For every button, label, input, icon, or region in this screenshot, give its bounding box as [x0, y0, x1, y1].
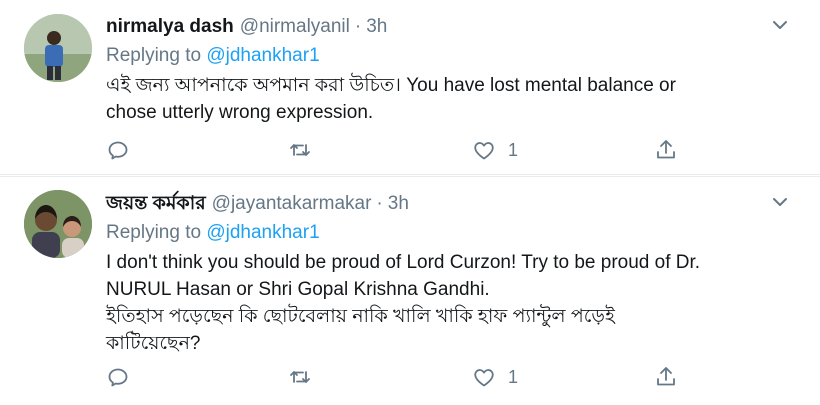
author-handle[interactable]: @nirmalyanil [240, 14, 350, 40]
tweet-body: জয়ন্ত কর্মকার @jayantakarmakar · 3h Rep… [106, 191, 790, 357]
like-button[interactable]: 1 [472, 363, 518, 391]
replying-to-link[interactable]: @jdhankhar1 [206, 222, 319, 243]
like-count: 1 [508, 366, 519, 387]
replying-to-label: Replying to [106, 222, 207, 243]
tweet-header: জয়ন্ত কর্মকার @jayantakarmakar · 3h [106, 191, 790, 217]
like-count: 1 [508, 139, 519, 160]
timestamp[interactable]: 3h [366, 14, 387, 40]
share-icon [657, 367, 675, 386]
reply-button[interactable] [106, 136, 130, 164]
avatar[interactable] [24, 190, 92, 258]
tweet-header: nirmalya dash @nirmalyanil · 3h [106, 14, 790, 40]
tweet-text: এই জন্য আপনাকে অপমান করা উচিত। You have … [106, 75, 676, 123]
author-name[interactable]: nirmalya dash [106, 14, 234, 40]
separator-dot: · [376, 193, 383, 214]
like-icon [474, 142, 494, 160]
replying-to: Replying to @jdhankhar1 [106, 42, 790, 70]
avatar-photo [24, 14, 92, 82]
tweet[interactable]: nirmalya dash @nirmalyanil · 3h Replying… [0, 0, 820, 175]
replying-to-label: Replying to [106, 45, 207, 66]
retweet-button[interactable] [288, 363, 312, 391]
author-name[interactable]: জয়ন্ত কর্মকার [106, 191, 206, 217]
author-handle[interactable]: @jayantakarmakar [212, 191, 372, 217]
reply-icon [108, 368, 128, 387]
replying-to-link[interactable]: @jdhankhar1 [206, 45, 319, 66]
like-button[interactable]: 1 [472, 136, 518, 164]
tweet-actions: 1 [106, 136, 686, 164]
retweet-button[interactable] [288, 136, 312, 164]
share-button[interactable] [654, 136, 678, 164]
reply-button[interactable] [106, 363, 130, 391]
retweet-icon [290, 371, 310, 383]
replying-to: Replying to @jdhankhar1 [106, 219, 790, 247]
tweet-body: nirmalya dash @nirmalyanil · 3h Replying… [106, 14, 790, 126]
share-icon [657, 140, 675, 159]
reply-icon [108, 141, 128, 160]
chevron-down-icon[interactable] [770, 195, 790, 209]
timestamp[interactable]: 3h [388, 191, 409, 217]
tweet-actions: 1 [106, 363, 686, 391]
separator-dot: · [354, 16, 362, 37]
like-icon [474, 369, 494, 387]
tweet-text: I don't think you should be proud of Lor… [106, 252, 701, 354]
chevron-down-icon[interactable] [770, 18, 790, 32]
retweet-icon [290, 144, 310, 156]
share-button[interactable] [654, 363, 678, 391]
tweet[interactable]: জয়ন্ত কর্মকার @jayantakarmakar · 3h Rep… [0, 176, 820, 405]
avatar[interactable] [24, 14, 92, 82]
avatar-photo [24, 190, 92, 258]
